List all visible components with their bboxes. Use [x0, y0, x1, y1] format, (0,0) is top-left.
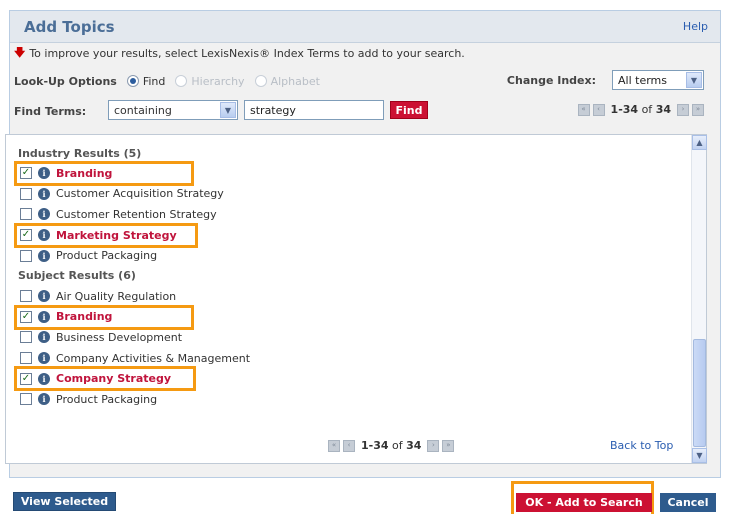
lookup-options-row: Look-Up Options Find Hierarchy Alphabet …	[14, 70, 704, 92]
info-text: To improve your results, select LexisNex…	[29, 47, 465, 60]
radio-find[interactable]	[126, 75, 139, 87]
list-item[interactable]: ✓ i Branding	[14, 304, 692, 330]
checkbox[interactable]	[20, 290, 32, 303]
find-button[interactable]: Find	[390, 101, 428, 119]
pager-total: 34	[655, 103, 671, 116]
first-page-icon[interactable]: «	[577, 103, 590, 116]
back-to-top-link[interactable]: Back to Top	[610, 439, 673, 452]
group-heading-subject: Subject Results (6)	[18, 269, 136, 283]
find-terms-value: strategy	[250, 103, 296, 117]
list-item[interactable]: ✓ i Marketing Strategy	[14, 222, 692, 248]
pager-range: 1-34	[610, 103, 639, 116]
checkbox[interactable]	[20, 352, 32, 365]
find-mode-select[interactable]: containing ▼	[108, 100, 238, 120]
prev-page-icon[interactable]: ‹	[343, 439, 355, 452]
radio-alphabet	[254, 75, 267, 87]
checkbox[interactable]	[20, 331, 32, 344]
lookup-label: Look-Up Options	[14, 74, 117, 88]
next-page-icon[interactable]: ›	[677, 103, 689, 116]
scroll-up-icon[interactable]: ▲	[692, 135, 707, 150]
highlight-box	[14, 304, 194, 330]
last-page-icon[interactable]: »	[442, 439, 455, 452]
scrollbar-thumb[interactable]	[693, 339, 706, 447]
find-terms-row: Find Terms: containing ▼ strategy Find «…	[14, 100, 704, 122]
find-terms-input[interactable]: strategy	[244, 100, 384, 120]
dialog-titlebar: Add Topics Help	[10, 11, 720, 43]
info-icon[interactable]: i	[38, 352, 50, 365]
info-icon[interactable]: i	[38, 187, 50, 200]
info-line: 🡇 To improve your results, select LexisN…	[14, 44, 465, 63]
list-item[interactable]: i Business Development	[18, 327, 692, 348]
item-label[interactable]: Company Activities & Management	[56, 352, 250, 365]
item-label[interactable]: Customer Acquisition Strategy	[56, 187, 224, 200]
pager-text: 1-34 of 34	[361, 439, 421, 452]
chevron-down-icon[interactable]: ▼	[220, 102, 236, 118]
pager-range: 1-34	[361, 439, 389, 452]
highlight-box	[14, 161, 194, 186]
checkbox[interactable]	[20, 187, 32, 200]
find-mode-value: containing	[114, 103, 172, 117]
vertical-scrollbar[interactable]: ▲ ▼	[691, 135, 707, 463]
results-panel: Industry Results (5) ✓ i Branding i Cust…	[5, 134, 707, 464]
radio-hierarchy	[175, 75, 188, 87]
item-label[interactable]: Product Packaging	[56, 393, 157, 406]
highlight-box	[14, 366, 196, 392]
checkbox[interactable]	[20, 249, 32, 262]
info-icon[interactable]: i	[38, 208, 50, 221]
list-item[interactable]: ✓ i Company Strategy	[14, 366, 692, 392]
index-select-value: All terms	[618, 73, 667, 87]
info-icon[interactable]: i	[38, 331, 50, 344]
item-label[interactable]: Air Quality Regulation	[56, 290, 176, 303]
checkbox[interactable]	[20, 393, 32, 406]
list-item[interactable]: i Customer Retention Strategy	[18, 204, 692, 225]
down-arrow-icon: 🡇	[14, 46, 26, 59]
prev-page-icon[interactable]: ‹	[592, 103, 605, 116]
dialog-title: Add Topics	[24, 17, 115, 36]
list-item[interactable]: i Air Quality Regulation	[18, 286, 692, 307]
item-label[interactable]: Product Packaging	[56, 249, 157, 262]
item-label[interactable]: Business Development	[56, 331, 182, 344]
highlight-box	[14, 222, 198, 248]
pager-total: 34	[406, 439, 422, 452]
find-terms-label: Find Terms:	[14, 104, 87, 118]
last-page-icon[interactable]: »	[692, 103, 704, 116]
pager-of: of	[641, 103, 653, 116]
list-item[interactable]: i Product Packaging	[18, 245, 692, 266]
next-page-icon[interactable]: ›	[427, 439, 440, 452]
cancel-button[interactable]: Cancel	[660, 493, 716, 512]
first-page-icon[interactable]: «	[328, 439, 340, 452]
group-heading-industry: Industry Results (5)	[18, 146, 142, 160]
radio-alphabet-label: Alphabet	[270, 74, 320, 88]
info-icon[interactable]: i	[38, 249, 50, 262]
help-link[interactable]: Help	[683, 20, 708, 33]
chevron-down-icon[interactable]: ▼	[686, 72, 702, 88]
scroll-down-icon[interactable]: ▼	[692, 448, 707, 463]
pager-of: of	[392, 439, 403, 452]
info-icon[interactable]: i	[38, 290, 50, 303]
checkbox[interactable]	[20, 208, 32, 221]
index-select[interactable]: All terms ▼	[612, 70, 704, 90]
pager-top: « ‹ 1-34 of 34 › »	[577, 103, 704, 116]
list-item[interactable]: i Company Activities & Management	[18, 348, 692, 369]
info-icon[interactable]: i	[38, 393, 50, 406]
radio-hierarchy-label: Hierarchy	[191, 74, 245, 88]
item-label[interactable]: Customer Retention Strategy	[56, 208, 217, 221]
list-item[interactable]: i Customer Acquisition Strategy	[18, 184, 692, 205]
list-item[interactable]: ✓ i Branding	[14, 161, 692, 186]
list-item[interactable]: i Product Packaging	[18, 389, 692, 410]
ok-add-to-search-button[interactable]: OK - Add to Search	[516, 493, 652, 512]
pager-text: 1-34 of 34	[611, 103, 671, 116]
change-index-label: Change Index:	[506, 74, 596, 87]
results-list: Industry Results (5) ✓ i Branding i Cust…	[6, 135, 692, 463]
radio-find-label: Find	[142, 74, 166, 88]
pager-bottom: « ‹ 1-34 of 34 › »	[328, 439, 455, 452]
view-selected-button[interactable]: View Selected	[13, 492, 116, 511]
